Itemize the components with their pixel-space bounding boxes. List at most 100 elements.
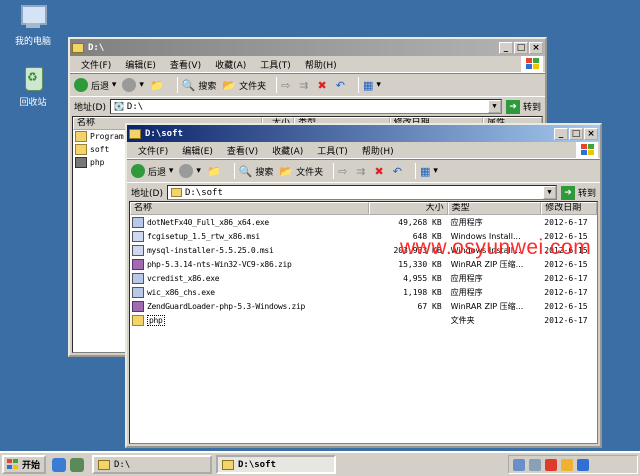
maximize-button[interactable]: □: [569, 127, 583, 140]
folders-label: 文件夹: [239, 81, 267, 92]
column-header: 名称 大小 类型 修改日期: [130, 202, 597, 215]
delete-button[interactable]: ✖: [375, 165, 387, 178]
file-row[interactable]: dotNetFx40_Full_x86_x64.exe 49,268 KB 应用程序…: [130, 215, 597, 229]
file-type: 应用程序: [450, 287, 483, 297]
folders-label: 文件夹: [296, 167, 324, 178]
item-label: soft: [90, 145, 110, 154]
menu-favorites[interactable]: 收藏(A): [208, 58, 253, 71]
search-label: 搜索: [255, 167, 274, 178]
file-date: 2012-6-15: [544, 259, 588, 269]
minimize-button[interactable]: _: [554, 127, 568, 140]
go-button[interactable]: ➜ 转到: [505, 99, 541, 114]
input-method-icon[interactable]: [561, 458, 573, 471]
back-button[interactable]: 后退 ▾: [74, 78, 116, 92]
menu-file[interactable]: 文件(F): [74, 58, 118, 71]
back-button[interactable]: 后退 ▾: [131, 164, 173, 178]
file-name-cell: php-5.3.14-nts-Win32-VC9-x86.zip: [130, 258, 369, 270]
keyboard-icon[interactable]: [529, 458, 541, 471]
back-label: 后退: [91, 81, 110, 92]
close-button[interactable]: ×: [529, 41, 543, 54]
menu-help[interactable]: 帮助(H): [355, 144, 401, 157]
back-arrow-icon: [131, 164, 145, 178]
folder-icon: [72, 42, 84, 53]
internet-explorer-icon[interactable]: [52, 457, 66, 472]
menu-help[interactable]: 帮助(H): [298, 58, 344, 71]
copy-to-button[interactable]: ⇉: [299, 79, 311, 92]
desktop-icon-my-computer[interactable]: 我的电脑: [3, 3, 63, 47]
copy-to-button[interactable]: ⇉: [356, 165, 368, 178]
menu-tools[interactable]: 工具(T): [310, 144, 355, 157]
delete-button[interactable]: ✖: [318, 79, 330, 92]
views-icon: ▦: [419, 164, 431, 178]
recycle-bin-icon: [17, 64, 49, 92]
column-name[interactable]: 名称: [130, 202, 369, 215]
desktop-icon-recycle-bin[interactable]: 回收站: [3, 64, 63, 108]
toolbar-separator: [333, 163, 335, 179]
menu-favorites[interactable]: 收藏(A): [265, 144, 310, 157]
title-bar[interactable]: D:\ _ □ ×: [70, 39, 545, 56]
undo-button[interactable]: ↶: [393, 165, 405, 178]
file-row[interactable]: php 文件夹 2012-6-17: [130, 313, 597, 327]
file-row[interactable]: wic_x86_chs.exe 1,198 KB 应用程序 2012-6-17: [130, 285, 597, 299]
move-to-button[interactable]: ⇨: [338, 165, 350, 178]
menu-edit[interactable]: 编辑(E): [118, 58, 163, 71]
views-button[interactable]: ▦ ▾: [420, 165, 438, 178]
address-input[interactable]: 💽 D:\ ▼: [109, 99, 502, 114]
network-icon[interactable]: [513, 458, 525, 471]
search-button[interactable]: 🔍 搜索: [182, 79, 217, 92]
file-row[interactable]: ZendGuardLoader-php-5.3-Windows.zip 67 KB…: [130, 299, 597, 313]
volume-icon[interactable]: [577, 458, 589, 471]
folder-icon: [75, 157, 87, 168]
search-button[interactable]: 🔍 搜索: [239, 165, 274, 178]
views-button[interactable]: ▦ ▾: [363, 79, 381, 92]
start-button[interactable]: 开始: [2, 455, 46, 474]
forward-button[interactable]: ▾: [179, 164, 201, 178]
minimize-button[interactable]: _: [499, 41, 513, 54]
explorer-window-soft[interactable]: D:\soft _ □ × 文件(F) 编辑(E) 查看(V) 收藏(A) 工具…: [125, 123, 602, 448]
folders-button[interactable]: 📂 文件夹: [279, 165, 323, 178]
delete-icon: ✖: [317, 78, 327, 92]
forward-button[interactable]: ▾: [122, 78, 144, 92]
move-to-button[interactable]: ⇨: [281, 79, 293, 92]
go-arrow-icon: ➜: [560, 185, 575, 200]
undo-button[interactable]: ↶: [336, 79, 348, 92]
address-dropdown-button[interactable]: ▼: [542, 186, 556, 199]
menu-view[interactable]: 查看(V): [163, 58, 208, 71]
file-name: wic_x86_chs.exe: [147, 287, 215, 297]
show-desktop-icon[interactable]: [70, 457, 84, 472]
window-title: D:\soft: [145, 128, 183, 139]
go-label: 转到: [577, 189, 596, 199]
close-button[interactable]: ×: [584, 127, 598, 140]
menu-edit[interactable]: 编辑(E): [175, 144, 220, 157]
file-size: 49,268 KB: [398, 217, 442, 227]
column-size[interactable]: 大小: [368, 202, 448, 215]
column-date[interactable]: 修改日期: [541, 202, 597, 215]
forward-arrow-icon: [179, 164, 194, 178]
address-dropdown-button[interactable]: ▼: [487, 100, 501, 113]
menu-file[interactable]: 文件(F): [131, 144, 175, 157]
menu-tools[interactable]: 工具(T): [253, 58, 298, 71]
folders-button[interactable]: 📂 文件夹: [222, 79, 266, 92]
up-button[interactable]: 📁: [207, 165, 224, 178]
toolbar-separator: [233, 163, 235, 179]
column-type[interactable]: 类型: [447, 202, 542, 215]
file-name: php-5.3.14-nts-Win32-VC9-x86.zip: [147, 259, 292, 269]
maximize-button[interactable]: □: [514, 41, 528, 54]
go-button[interactable]: ➜ 转到: [560, 185, 596, 200]
input-method-s-icon[interactable]: [545, 458, 557, 471]
up-button[interactable]: 📁: [150, 79, 167, 92]
title-bar[interactable]: D:\soft _ □ ×: [127, 125, 600, 142]
search-icon: 🔍: [238, 164, 253, 178]
item-label: Program: [90, 132, 124, 141]
folder-icon: [98, 459, 110, 470]
taskbar-button-d-root[interactable]: D:\: [92, 455, 212, 474]
task-label: D:\: [114, 459, 131, 470]
taskbar: 开始 D:\ D:\soft: [0, 451, 640, 476]
file-size: 15,330 KB: [398, 259, 442, 269]
address-input[interactable]: D:\soft ▼: [166, 185, 557, 200]
file-row[interactable]: vcredist_x86.exe 4,955 KB 应用程序 2012-6-17: [130, 271, 597, 285]
file-type: WinRAR ZIP 压缩...: [450, 259, 524, 269]
menu-view[interactable]: 查看(V): [220, 144, 265, 157]
move-to-icon: ⇨: [281, 78, 291, 92]
taskbar-button-soft[interactable]: D:\soft: [216, 455, 336, 474]
